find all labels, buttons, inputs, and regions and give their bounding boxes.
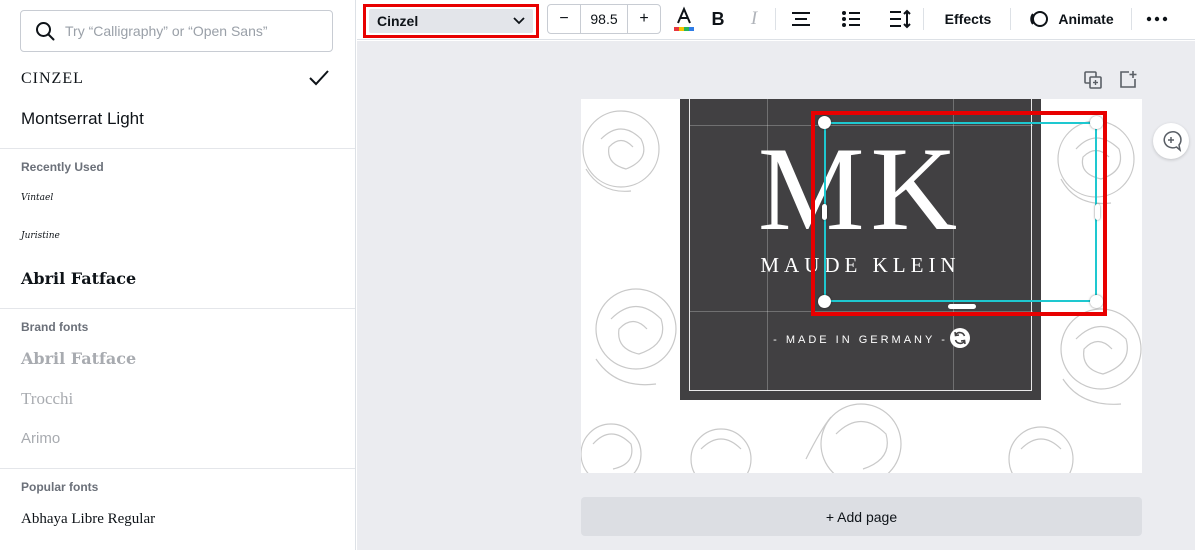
animate-icon bbox=[1030, 11, 1049, 27]
font-item-label: Abril Fatface bbox=[21, 349, 137, 368]
effects-button[interactable]: Effects bbox=[935, 4, 1001, 34]
font-item-brand-arimo[interactable]: Arimo bbox=[21, 430, 60, 447]
add-comment-button[interactable] bbox=[1153, 123, 1189, 159]
divider bbox=[0, 468, 355, 469]
rotate-icon bbox=[954, 331, 966, 345]
font-panel: CINZEL Montserrat Light Recently Used Vi… bbox=[0, 0, 356, 550]
app-window: CINZEL Montserrat Light Recently Used Vi… bbox=[0, 0, 1195, 550]
text-toolbar: Cinzel − 98.5 + B I Effects Animate bbox=[357, 0, 1195, 40]
divider bbox=[0, 148, 355, 149]
tagline-text[interactable]: - MADE IN GERMANY - bbox=[680, 334, 1041, 346]
checkmark-icon bbox=[309, 70, 329, 86]
font-item-brand-abril-fatface[interactable]: Abril Fatface bbox=[21, 349, 136, 368]
font-item-label: Trocchi bbox=[21, 389, 74, 408]
toolbar-separator bbox=[775, 8, 776, 30]
spacing-button[interactable] bbox=[886, 4, 914, 34]
font-family-dropdown-inner: Cinzel bbox=[369, 9, 533, 33]
rotate-handle[interactable] bbox=[950, 328, 970, 348]
font-search-box[interactable] bbox=[20, 10, 333, 52]
chevron-down-icon bbox=[513, 17, 525, 25]
resize-handle-top-right[interactable] bbox=[1090, 116, 1103, 129]
section-header-brand-fonts: Brand fonts bbox=[21, 320, 89, 334]
font-item-abhaya-libre[interactable]: Abhaya Libre Regular bbox=[21, 511, 155, 528]
duplicate-icon bbox=[1084, 71, 1102, 89]
increase-font-size-button[interactable]: + bbox=[628, 5, 660, 33]
text-color-icon bbox=[674, 6, 694, 31]
font-item-vintael[interactable]: Vintael bbox=[21, 193, 53, 203]
animate-label: Animate bbox=[1058, 11, 1114, 27]
toolbar-separator bbox=[1010, 8, 1011, 30]
resize-handle-top-left[interactable] bbox=[818, 116, 831, 129]
decrease-font-size-button[interactable]: − bbox=[548, 5, 580, 33]
effects-label: Effects bbox=[944, 11, 992, 27]
selection-box bbox=[824, 122, 1097, 302]
section-header-recently-used: Recently Used bbox=[21, 160, 104, 174]
canvas-workspace: MK MAUDE KLEIN - MADE IN GERMANY - + Add… bbox=[357, 41, 1195, 550]
font-item-brand-trocchi[interactable]: Trocchi bbox=[21, 389, 73, 409]
list-button[interactable] bbox=[837, 4, 865, 34]
font-size-input[interactable]: 98.5 bbox=[580, 5, 628, 33]
align-center-icon bbox=[792, 12, 810, 26]
font-item-label: Abhaya Libre Regular bbox=[21, 511, 156, 527]
section-header-popular-fonts: Popular fonts bbox=[21, 480, 99, 494]
text-color-button[interactable] bbox=[669, 4, 699, 34]
add-page-button[interactable]: + Add page bbox=[581, 497, 1142, 536]
font-item-juristine[interactable]: Juristine bbox=[21, 231, 60, 241]
font-family-dropdown[interactable]: Cinzel bbox=[363, 4, 539, 38]
italic-icon: I bbox=[750, 8, 758, 29]
font-size-stepper: − 98.5 + bbox=[547, 4, 661, 34]
duplicate-page-button[interactable] bbox=[1084, 71, 1102, 94]
divider bbox=[0, 308, 355, 309]
font-item-label: Montserrat Light bbox=[21, 109, 144, 128]
font-item-label: Juristine bbox=[21, 231, 60, 241]
font-item-cinzel[interactable]: CINZEL bbox=[21, 70, 84, 88]
bold-icon: B bbox=[711, 8, 725, 29]
more-icon bbox=[1146, 16, 1168, 22]
bold-button[interactable]: B bbox=[705, 4, 731, 34]
font-item-montserrat-light[interactable]: Montserrat Light bbox=[21, 109, 144, 129]
resize-handle-bottom-right[interactable] bbox=[1090, 295, 1103, 308]
add-page-icon bbox=[1120, 71, 1137, 88]
label-panel[interactable]: MK MAUDE KLEIN - MADE IN GERMANY - bbox=[680, 99, 1107, 400]
design-page[interactable]: MK MAUDE KLEIN - MADE IN GERMANY - bbox=[581, 99, 1142, 473]
resize-handle-right[interactable] bbox=[1095, 204, 1100, 220]
list-icon bbox=[842, 11, 860, 27]
add-new-page-button[interactable] bbox=[1119, 70, 1137, 93]
line-spacing-icon bbox=[890, 9, 911, 29]
animate-button[interactable]: Animate bbox=[1023, 4, 1119, 34]
resize-handle-bottom-left[interactable] bbox=[818, 295, 831, 308]
comment-icon bbox=[1163, 131, 1182, 152]
font-search-input[interactable] bbox=[65, 23, 315, 39]
font-item-abril-fatface[interactable]: Abril Fatface bbox=[21, 269, 136, 288]
font-item-label: Abril Fatface bbox=[21, 269, 137, 288]
resize-handle-left[interactable] bbox=[822, 204, 827, 220]
rose-illustration bbox=[582, 110, 660, 192]
italic-button[interactable]: I bbox=[741, 4, 767, 34]
move-handle[interactable] bbox=[948, 304, 976, 309]
more-button[interactable] bbox=[1143, 4, 1171, 34]
search-icon bbox=[36, 22, 55, 41]
font-item-label: CINZEL bbox=[21, 70, 84, 87]
font-item-label: Vintael bbox=[21, 193, 54, 203]
align-button[interactable] bbox=[787, 4, 815, 34]
font-family-value: Cinzel bbox=[377, 13, 419, 29]
toolbar-separator bbox=[1131, 8, 1132, 30]
toolbar-separator bbox=[923, 8, 924, 30]
font-item-label: Arimo bbox=[21, 430, 61, 447]
